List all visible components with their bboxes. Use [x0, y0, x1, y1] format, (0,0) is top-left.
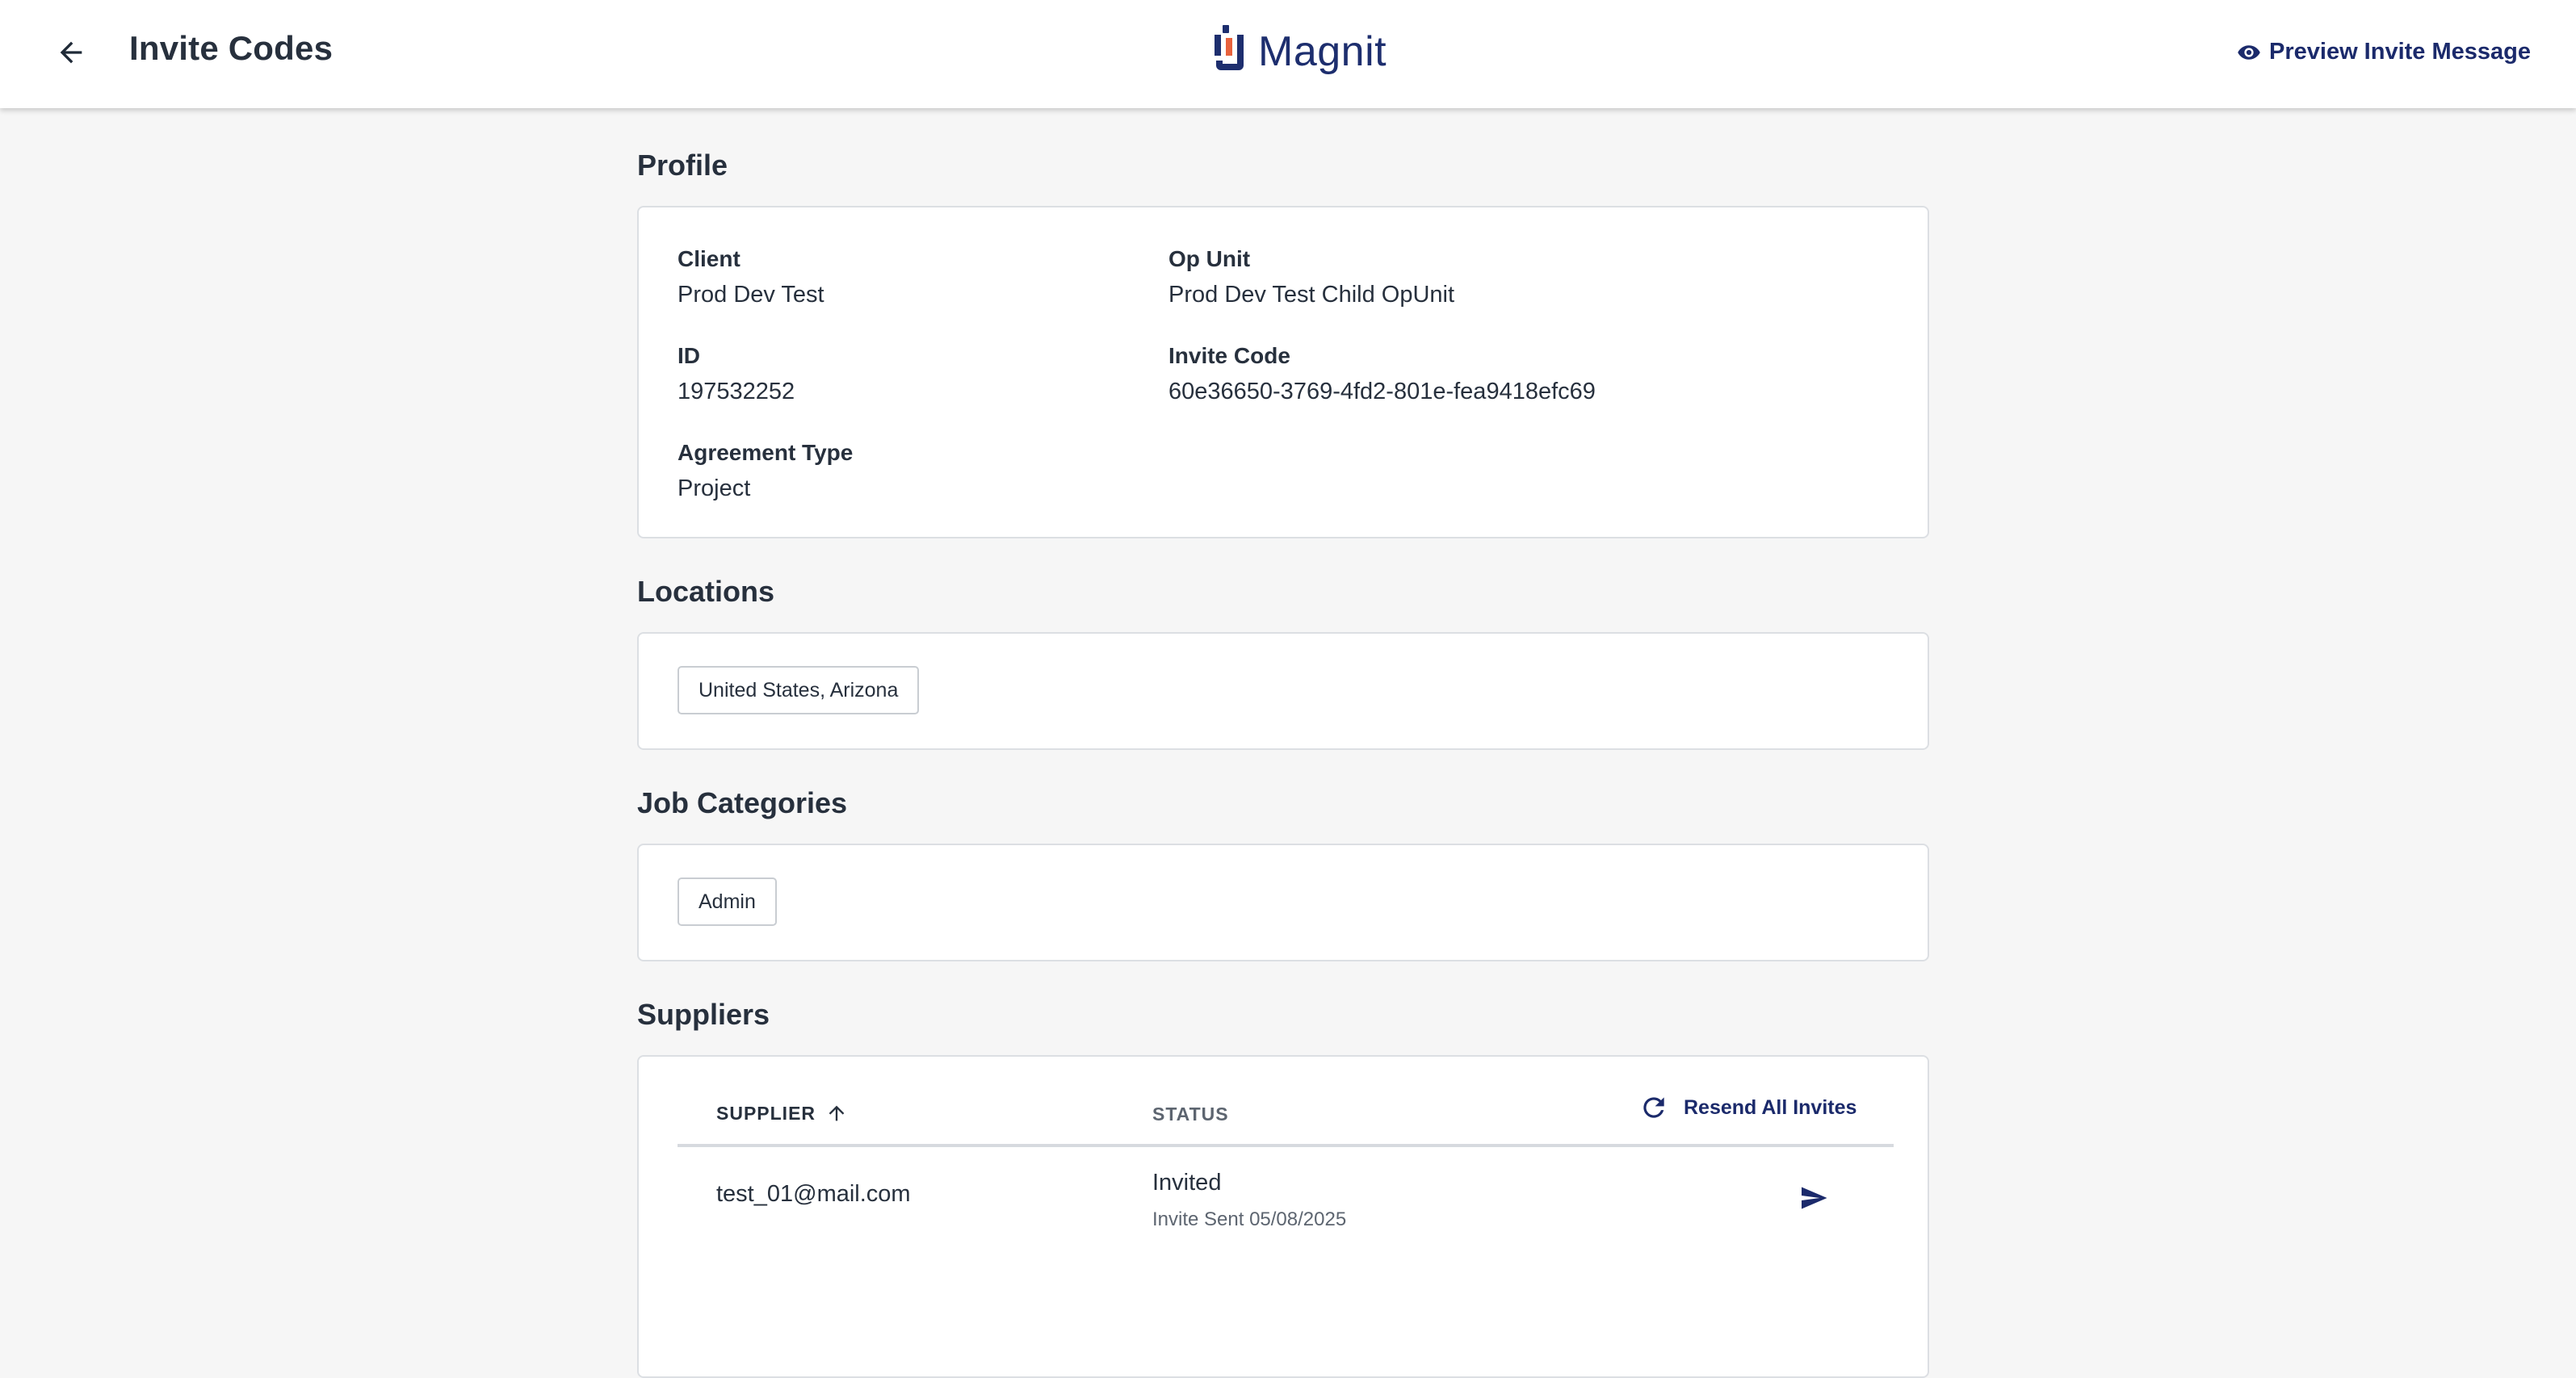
back-button[interactable]	[48, 30, 94, 75]
resend-all-invites-button[interactable]: Resend All Invites	[1638, 1092, 1856, 1123]
client-value: Prod Dev Test	[678, 282, 824, 308]
supplier-status-detail: Invite Sent 05/08/2025	[1152, 1208, 1347, 1230]
profile-heading: Profile	[637, 149, 728, 182]
top-app-bar: Invite Codes Magnit Preview Invite Messa…	[0, 0, 2576, 108]
job-categories-card: Admin	[637, 844, 1929, 961]
eye-icon	[2238, 44, 2260, 60]
client-label: Client	[678, 246, 740, 271]
locations-heading: Locations	[637, 575, 775, 608]
id-label: ID	[678, 343, 700, 368]
agreement-type-value: Project	[678, 475, 751, 501]
page-title: Invite Codes	[129, 29, 334, 67]
job-category-chip: Admin	[678, 877, 777, 926]
arrow-left-icon	[60, 41, 82, 64]
refresh-icon	[1643, 1097, 1664, 1118]
logo-wordmark: Magnit	[1258, 28, 1387, 75]
suppliers-heading: Suppliers	[637, 998, 770, 1031]
magnit-logo-mark-icon	[1215, 25, 1244, 70]
op-unit-value: Prod Dev Test Child OpUnit	[1168, 282, 1455, 308]
supplier-column-header[interactable]: SUPPLIER	[716, 1102, 848, 1125]
arrow-up-icon	[829, 1105, 845, 1121]
table-header-divider	[678, 1144, 1894, 1147]
invite-code-value: 60e36650-3769-4fd2-801e-fea9418efc69	[1168, 379, 1596, 404]
resend-invite-button[interactable]	[1795, 1179, 1832, 1217]
invite-code-label: Invite Code	[1168, 343, 1290, 368]
profile-card: Client Prod Dev Test Op Unit Prod Dev Te…	[637, 206, 1929, 538]
supplier-email: test_01@mail.com	[716, 1181, 911, 1207]
suppliers-card: SUPPLIER STATUS Resend All Invites test_…	[637, 1055, 1929, 1378]
send-icon	[1802, 1187, 1827, 1209]
locations-card: United States, Arizona	[637, 632, 1929, 750]
resend-all-invites-label: Resend All Invites	[1684, 1095, 1857, 1119]
magnit-logo: Magnit	[1211, 23, 1387, 81]
location-chip: United States, Arizona	[678, 666, 920, 714]
id-value: 197532252	[678, 379, 795, 404]
preview-invite-message-label: Preview Invite Message	[2269, 39, 2531, 65]
agreement-type-label: Agreement Type	[678, 440, 854, 465]
preview-invite-message-link[interactable]: Preview Invite Message	[2237, 39, 2531, 65]
supplier-column-label: SUPPLIER	[716, 1102, 816, 1124]
status-column-header: STATUS	[1152, 1104, 1229, 1125]
supplier-status: Invited	[1152, 1170, 1222, 1196]
job-categories-heading: Job Categories	[637, 786, 848, 819]
op-unit-label: Op Unit	[1168, 246, 1251, 271]
